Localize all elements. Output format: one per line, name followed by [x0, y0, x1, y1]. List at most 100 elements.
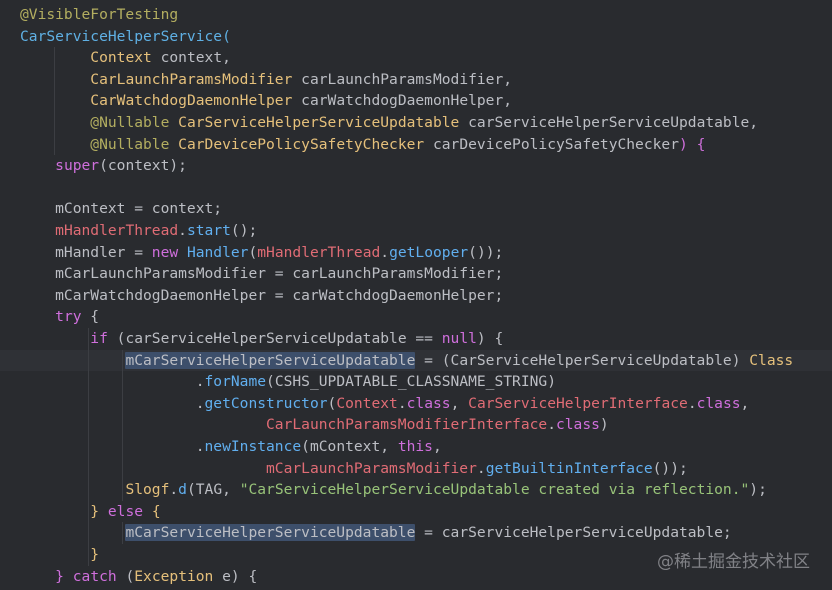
code-token: class	[555, 416, 600, 434]
code-token: Class	[749, 351, 794, 369]
code-line[interactable]	[0, 177, 832, 199]
code-token: CarServiceHelperService(	[20, 27, 231, 45]
code-token: getLooper	[389, 243, 469, 261]
indent-guide	[122, 349, 123, 501]
code-token: ) {	[679, 135, 706, 153]
code-token: newInstance	[204, 438, 302, 455]
code-token: e) {	[213, 567, 258, 585]
code-token: Slogf	[125, 481, 170, 499]
code-token: class	[406, 394, 451, 412]
code-token: start	[186, 222, 231, 239]
code-line[interactable]: .getConstructor(Context.class, CarServic…	[0, 393, 832, 415]
code-line[interactable]: } else {	[0, 501, 832, 523]
code-token: .	[178, 222, 187, 239]
code-line[interactable]: CarLaunchParamsModifierInterface.class)	[0, 414, 832, 436]
code-token: catch	[72, 567, 117, 585]
code-line[interactable]: @VisibleForTesting	[0, 4, 832, 26]
code-line[interactable]: mCarServiceHelperServiceUpdatable = (Car…	[0, 349, 832, 372]
code-token: d	[178, 481, 187, 499]
code-line[interactable]: try {	[0, 306, 832, 328]
code-token: }	[55, 567, 64, 585]
code-token: ,	[432, 438, 442, 455]
code-token: (	[248, 243, 258, 261]
code-editor[interactable]: } catch ( Exception e) { } mCarServiceHel…	[0, 0, 832, 590]
code-token: .	[380, 243, 390, 261]
code-token: {	[81, 308, 100, 326]
code-token: = carServiceHelperServiceUpdatable;	[415, 524, 732, 542]
code-token: .	[397, 394, 407, 412]
code-token: ,	[450, 394, 469, 412]
code-token: @Nullable	[90, 114, 170, 131]
code-token: carDevicePolicySafetyChecker	[424, 135, 679, 153]
code-line[interactable]: mHandlerThread.start();	[0, 220, 832, 242]
code-token: .	[547, 416, 556, 434]
code-token: CarLaunchParamsModifierInterface	[266, 416, 548, 434]
code-token: mCarWatchdogDaemonHelper = carWatchdogDa…	[20, 286, 504, 304]
code-line[interactable]: super(context);	[0, 155, 832, 177]
code-line[interactable]: mCarLaunchParamsModifier = carLaunchPara…	[0, 263, 832, 285]
code-token: (	[327, 394, 337, 412]
code-token: class	[696, 394, 741, 412]
code-token: .	[20, 394, 205, 412]
selected-identifier: mCarServiceHelperServiceUpdatable	[125, 351, 416, 369]
code-token: mHandlerThread	[257, 243, 381, 261]
code-token: mContext = context;	[20, 200, 223, 218]
code-line[interactable]: mHandler = new Handler(mHandlerThread.ge…	[0, 242, 832, 264]
code-token: (mContext,	[301, 438, 398, 455]
code-token: try	[55, 308, 82, 326]
code-token: this	[397, 438, 433, 455]
code-token: CarServiceHelperServiceUpdatable	[178, 114, 460, 131]
code-token: @VisibleForTesting	[20, 6, 179, 23]
code-token: "CarServiceHelperServiceUpdatable create…	[239, 481, 750, 499]
code-line[interactable]: mCarServiceHelperServiceUpdatable = carS…	[0, 522, 832, 544]
code-token: .	[20, 373, 205, 391]
code-line[interactable]: @Nullable CarServiceHelperServiceUpdatab…	[0, 112, 832, 134]
code-line[interactable]: @Nullable CarDevicePolicySafetyChecker c…	[0, 134, 832, 156]
code-token: context,	[151, 49, 231, 67]
code-token: mHandlerThread	[55, 222, 179, 239]
code-token: mCarLaunchParamsModifier	[266, 459, 477, 477]
code-line[interactable]: CarLaunchParamsModifier carLaunchParamsM…	[0, 69, 832, 91]
code-line[interactable]: .forName(CSHS_UPDATABLE_CLASSNAME_STRING…	[0, 371, 832, 393]
code-token: }	[90, 546, 100, 563]
code-line[interactable]: mCarLaunchParamsModifier.getBuiltinInter…	[0, 458, 832, 480]
code-token: Handler	[186, 243, 249, 261]
code-line[interactable]: .newInstance(mContext, this,	[0, 436, 832, 458]
code-line[interactable]: Slogf.d(TAG, "CarServiceHelperServiceUpd…	[0, 479, 832, 501]
code-token: = (CarServiceHelperServiceUpdatable)	[415, 351, 750, 369]
code-token: forName	[204, 373, 267, 391]
code-token: (CSHS_UPDATABLE_CLASSNAME_STRING)	[266, 373, 556, 391]
code-token: ();	[230, 222, 258, 239]
code-line[interactable]: CarWatchdogDaemonHelper carWatchdogDaemo…	[0, 90, 832, 112]
code-token: @Nullable	[90, 135, 170, 153]
code-token: Context	[336, 394, 398, 412]
code-token: Exception	[134, 567, 214, 585]
code-token: new	[151, 243, 179, 261]
code-token: CarWatchdogDaemonHelper	[90, 92, 293, 110]
code-line[interactable]: CarServiceHelperService(	[0, 26, 832, 48]
code-token: null	[441, 330, 477, 347]
code-line[interactable]: mCarWatchdogDaemonHelper = carWatchdogDa…	[0, 285, 832, 307]
indent-guide	[122, 522, 123, 544]
code-token: Context	[90, 49, 152, 67]
code-line[interactable]: mContext = context;	[0, 198, 832, 220]
code-line[interactable]: if (carServiceHelperServiceUpdatable == …	[0, 328, 832, 350]
code-line[interactable]: Context context,	[0, 47, 832, 69]
code-token: CarServiceHelperInterface	[468, 394, 688, 412]
